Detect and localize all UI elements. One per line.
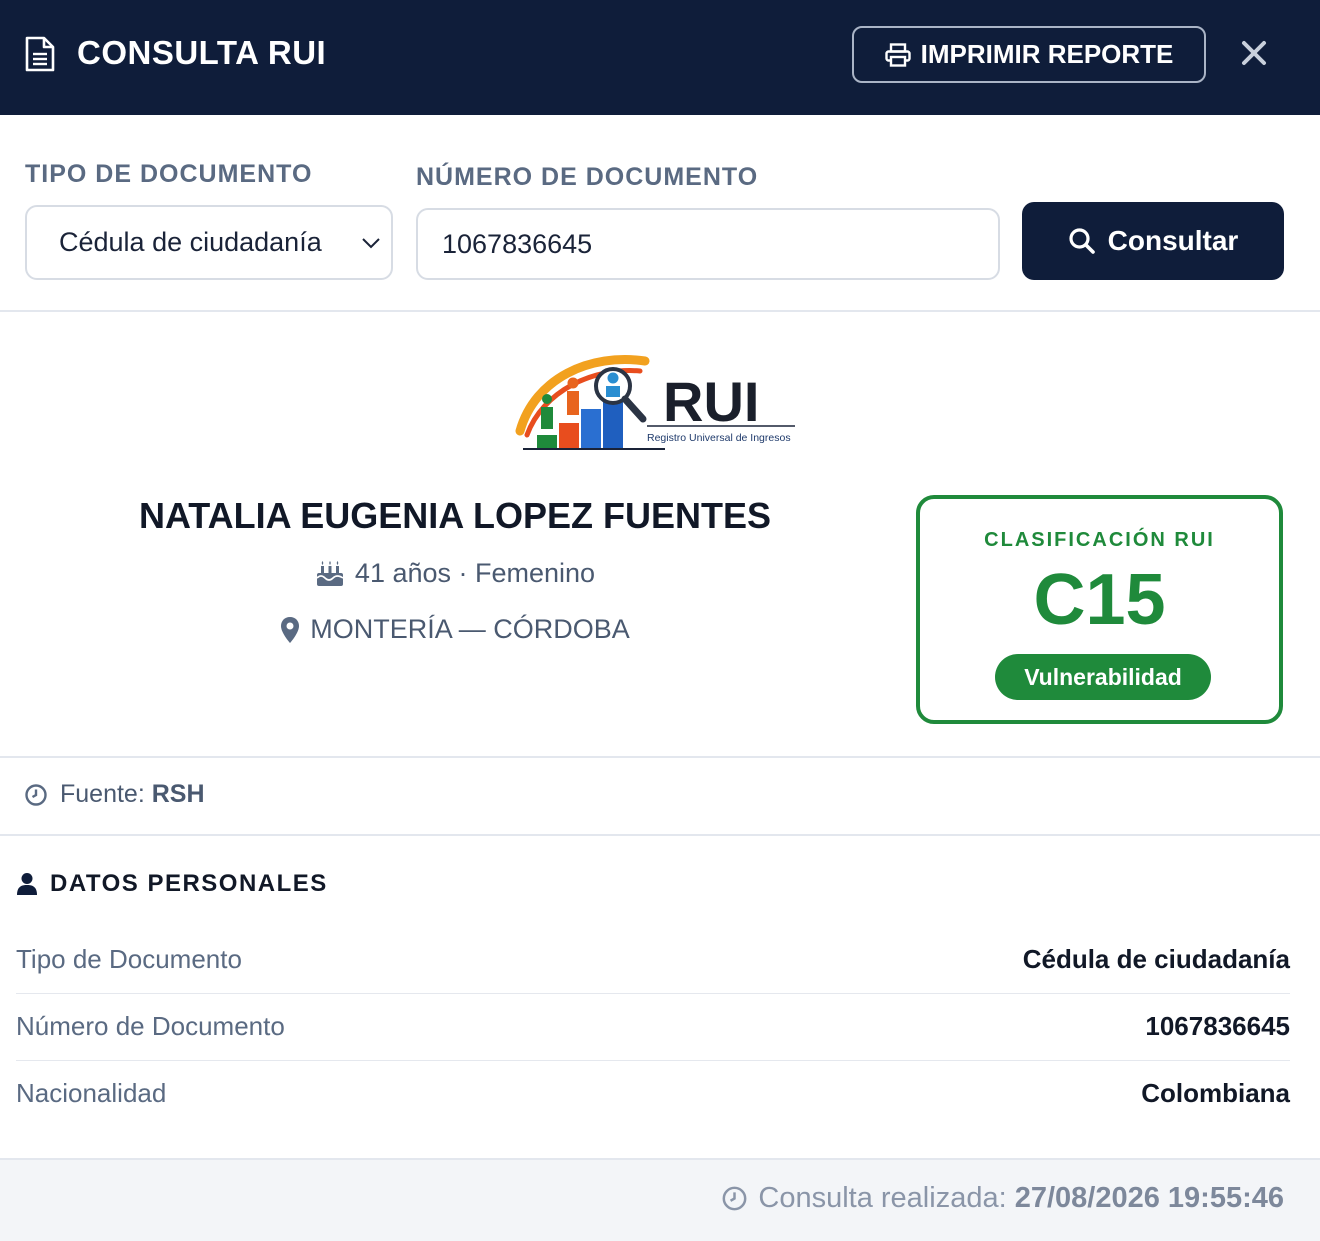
page-title: CONSULTA RUI: [77, 34, 327, 71]
person-name: NATALIA EUGENIA LOPEZ FUENTES: [138, 495, 771, 536]
data-row-doc-type: Tipo de Documento Cédula de ciudadanía: [16, 926, 1290, 992]
age-gender-text: 41 años · Femenino: [354, 558, 596, 588]
section-title-personal: DATOS PERSONALES: [16, 870, 328, 898]
data-row-nationality: Nacionalidad Colombiana: [16, 1060, 1290, 1126]
footer-label: Consulta realizada:: [758, 1182, 1007, 1214]
row-key: Nacionalidad: [16, 1077, 167, 1108]
row-value: Cédula de ciudadanía: [1022, 943, 1290, 974]
classification-code: C15: [1033, 560, 1166, 640]
close-icon[interactable]: [1238, 37, 1270, 69]
doc-number-input[interactable]: [416, 208, 1000, 280]
chevron-down-icon: [362, 238, 380, 249]
header-bar: CONSULTA RUI IMPRIMIR REPORTE: [0, 0, 1320, 115]
classification-card: CLASIFICACIÓN RUI C15 Vulnerabilidad: [916, 495, 1283, 724]
personal-title: DATOS PERSONALES: [50, 870, 328, 897]
divider: [0, 310, 1320, 312]
printer-icon: [884, 42, 911, 67]
row-key: Tipo de Documento: [16, 943, 242, 974]
clock-icon: [722, 1186, 747, 1211]
row-value: Colombiana: [1141, 1077, 1290, 1108]
print-report-button[interactable]: IMPRIMIR REPORTE: [852, 26, 1206, 83]
search-icon: [1069, 228, 1095, 254]
source-value: RSH: [151, 780, 205, 808]
data-row-doc-number: Número de Documento 1067836645: [16, 993, 1290, 1059]
print-report-label: IMPRIMIR REPORTE: [920, 39, 1174, 69]
consult-button[interactable]: Consultar: [1022, 202, 1284, 280]
divider: [0, 756, 1320, 758]
source-row: Fuente: RSH: [24, 780, 205, 809]
user-icon: [17, 873, 37, 895]
divider: [0, 834, 1320, 836]
map-pin-icon: [281, 616, 300, 643]
row-key: Número de Documento: [16, 1010, 285, 1041]
person-location: MONTERÍA — CÓRDOBA: [60, 614, 850, 645]
document-icon: [25, 36, 55, 72]
doc-type-label: TIPO DE DOCUMENTO: [25, 160, 313, 188]
birthday-cake-icon: [316, 560, 344, 586]
clock-icon: [25, 783, 47, 806]
location-text: MONTERÍA — CÓRDOBA: [310, 614, 630, 644]
footer-timestamp-row: Consulta realizada: 27/08/2026 19:55:46: [721, 1182, 1284, 1215]
rui-logo-subtitle: Registro Universal de Ingresos: [647, 432, 791, 444]
row-value: 1067836645: [1145, 1010, 1290, 1041]
footer-timestamp: 27/08/2026 19:55:46: [1014, 1182, 1284, 1214]
rui-logo-text: RUI: [663, 370, 759, 433]
doc-number-label: NÚMERO DE DOCUMENTO: [416, 163, 759, 191]
classification-badge: Vulnerabilidad: [995, 654, 1211, 700]
person-age-gender: 41 años · Femenino: [60, 558, 850, 589]
classification-label: CLASIFICACIÓN RUI: [984, 529, 1215, 551]
doc-type-value: Cédula de ciudadanía: [59, 227, 322, 257]
source-label: Fuente:: [60, 780, 145, 808]
doc-type-select[interactable]: Cédula de ciudadanía: [25, 205, 393, 280]
rui-logo: RUI Registro Universal de Ingresos: [515, 355, 795, 450]
consult-label: Consultar: [1107, 225, 1239, 256]
footer-bar: Consulta realizada: 27/08/2026 19:55:46: [0, 1158, 1320, 1241]
